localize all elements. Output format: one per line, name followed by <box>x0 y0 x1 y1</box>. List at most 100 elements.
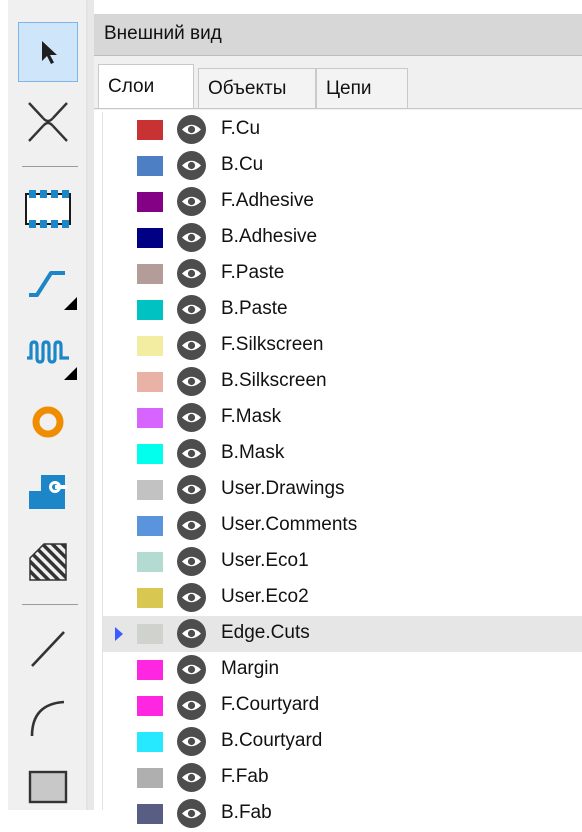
tab-nets[interactable]: Цепи <box>316 68 408 108</box>
visibility-eye-icon[interactable] <box>177 691 206 720</box>
layer-name: User.Comments <box>221 514 358 535</box>
layer-row[interactable]: B.Adhesive <box>103 220 582 256</box>
visibility-eye-icon[interactable] <box>177 331 206 360</box>
submenu-corner-icon <box>64 297 77 310</box>
layer-row[interactable]: F.Fab <box>103 760 582 796</box>
toolbar-edge <box>0 0 8 810</box>
appearance-panel: Внешний вид Слои Объекты Цепи F.Cu B.Cu F.… <box>94 0 582 828</box>
layer-color-swatch[interactable] <box>137 588 163 608</box>
visibility-eye-icon[interactable] <box>177 547 206 576</box>
layer-row[interactable]: B.Mask <box>103 436 582 472</box>
visibility-eye-icon[interactable] <box>177 367 206 396</box>
local-ratsnest-button[interactable] <box>18 92 78 152</box>
visibility-eye-icon[interactable] <box>177 115 206 144</box>
layer-row[interactable]: F.Mask <box>103 400 582 436</box>
layer-color-swatch[interactable] <box>137 372 163 392</box>
layer-row[interactable]: F.Silkscreen <box>103 328 582 364</box>
draw-line-button[interactable] <box>18 618 78 678</box>
visibility-eye-icon[interactable] <box>177 727 206 756</box>
layer-row[interactable]: B.Fab <box>103 796 582 832</box>
rule-area-button[interactable] <box>18 532 78 592</box>
layer-list: F.Cu B.Cu F.Adhesive B.Adhesive F.Paste B.Pas… <box>102 112 582 828</box>
layer-color-swatch[interactable] <box>137 336 163 356</box>
layer-row[interactable]: F.Paste <box>103 256 582 292</box>
layer-color-swatch[interactable] <box>137 660 163 680</box>
layer-color-swatch[interactable] <box>137 300 163 320</box>
visibility-eye-icon[interactable] <box>177 655 206 684</box>
footprint-chip-icon <box>25 190 71 228</box>
layer-color-swatch[interactable] <box>137 516 163 536</box>
layer-row[interactable]: User.Comments <box>103 508 582 544</box>
visibility-eye-icon[interactable] <box>177 187 206 216</box>
layer-color-swatch[interactable] <box>137 732 163 752</box>
zone-button[interactable] <box>18 462 78 522</box>
footprint-button[interactable] <box>18 180 78 240</box>
layer-row[interactable]: F.Courtyard <box>103 688 582 724</box>
meander-icon <box>27 340 69 364</box>
layer-color-swatch[interactable] <box>137 120 163 140</box>
route-track-button[interactable] <box>18 252 78 312</box>
current-layer-arrow-icon <box>115 627 123 641</box>
hatched-area-icon <box>29 543 67 581</box>
layer-row[interactable]: B.Cu <box>103 148 582 184</box>
visibility-eye-icon[interactable] <box>177 151 206 180</box>
layer-color-swatch[interactable] <box>137 444 163 464</box>
visibility-eye-icon[interactable] <box>177 619 206 648</box>
draw-line-icon <box>31 631 65 667</box>
layer-name: User.Eco1 <box>221 550 309 571</box>
tab-objects-label: Объекты <box>208 78 287 99</box>
layer-color-swatch[interactable] <box>137 624 163 644</box>
layer-name: F.Paste <box>221 262 285 283</box>
draw-rectangle-button[interactable] <box>18 756 78 816</box>
layer-name: F.Adhesive <box>221 190 314 211</box>
layer-row[interactable]: F.Adhesive <box>103 184 582 220</box>
layer-color-swatch[interactable] <box>137 264 163 284</box>
layer-row[interactable]: User.Eco2 <box>103 580 582 616</box>
layer-row[interactable]: Margin <box>103 652 582 688</box>
vertical-toolbar <box>0 0 88 810</box>
via-button[interactable] <box>18 392 78 452</box>
layer-name: B.Silkscreen <box>221 370 327 391</box>
tune-length-button[interactable] <box>18 322 78 382</box>
layer-color-swatch[interactable] <box>137 192 163 212</box>
cursor-arrow-icon <box>42 41 57 64</box>
layer-color-swatch[interactable] <box>137 228 163 248</box>
tab-objects[interactable]: Объекты <box>198 68 316 108</box>
layer-row[interactable]: Edge.Cuts <box>103 616 582 652</box>
layer-row[interactable]: B.Courtyard <box>103 724 582 760</box>
visibility-eye-icon[interactable] <box>177 439 206 468</box>
visibility-eye-icon[interactable] <box>177 511 206 540</box>
layer-color-swatch[interactable] <box>137 804 163 824</box>
layer-color-swatch[interactable] <box>137 408 163 428</box>
panel-title: Внешний вид <box>104 23 222 44</box>
submenu-corner-icon <box>64 367 77 380</box>
visibility-eye-icon[interactable] <box>177 763 206 792</box>
ratsnest-cross-icon <box>28 102 68 142</box>
visibility-eye-icon[interactable] <box>177 583 206 612</box>
visibility-eye-icon[interactable] <box>177 475 206 504</box>
select-tool-button[interactable] <box>18 22 78 82</box>
layer-row[interactable]: B.Silkscreen <box>103 364 582 400</box>
layer-color-swatch[interactable] <box>137 480 163 500</box>
draw-arc-icon <box>30 700 65 737</box>
layer-color-swatch[interactable] <box>137 696 163 716</box>
layer-row[interactable]: B.Paste <box>103 292 582 328</box>
toolbar-separator <box>22 166 78 167</box>
layer-row[interactable]: User.Eco1 <box>103 544 582 580</box>
layer-color-swatch[interactable] <box>137 156 163 176</box>
layer-name: F.Mask <box>221 406 282 427</box>
visibility-eye-icon[interactable] <box>177 403 206 432</box>
visibility-eye-icon[interactable] <box>177 799 206 828</box>
tab-layers[interactable]: Слои <box>98 64 194 108</box>
visibility-eye-icon[interactable] <box>177 295 206 324</box>
visibility-eye-icon[interactable] <box>177 223 206 252</box>
filled-zone-icon <box>29 475 67 509</box>
draw-arc-button[interactable] <box>18 688 78 748</box>
visibility-eye-icon[interactable] <box>177 259 206 288</box>
layer-row[interactable]: User.Drawings <box>103 472 582 508</box>
tab-nets-label: Цепи <box>326 78 372 99</box>
toolbar-separator <box>22 604 78 605</box>
layer-row[interactable]: F.Cu <box>103 112 582 148</box>
layer-color-swatch[interactable] <box>137 768 163 788</box>
layer-color-swatch[interactable] <box>137 552 163 572</box>
